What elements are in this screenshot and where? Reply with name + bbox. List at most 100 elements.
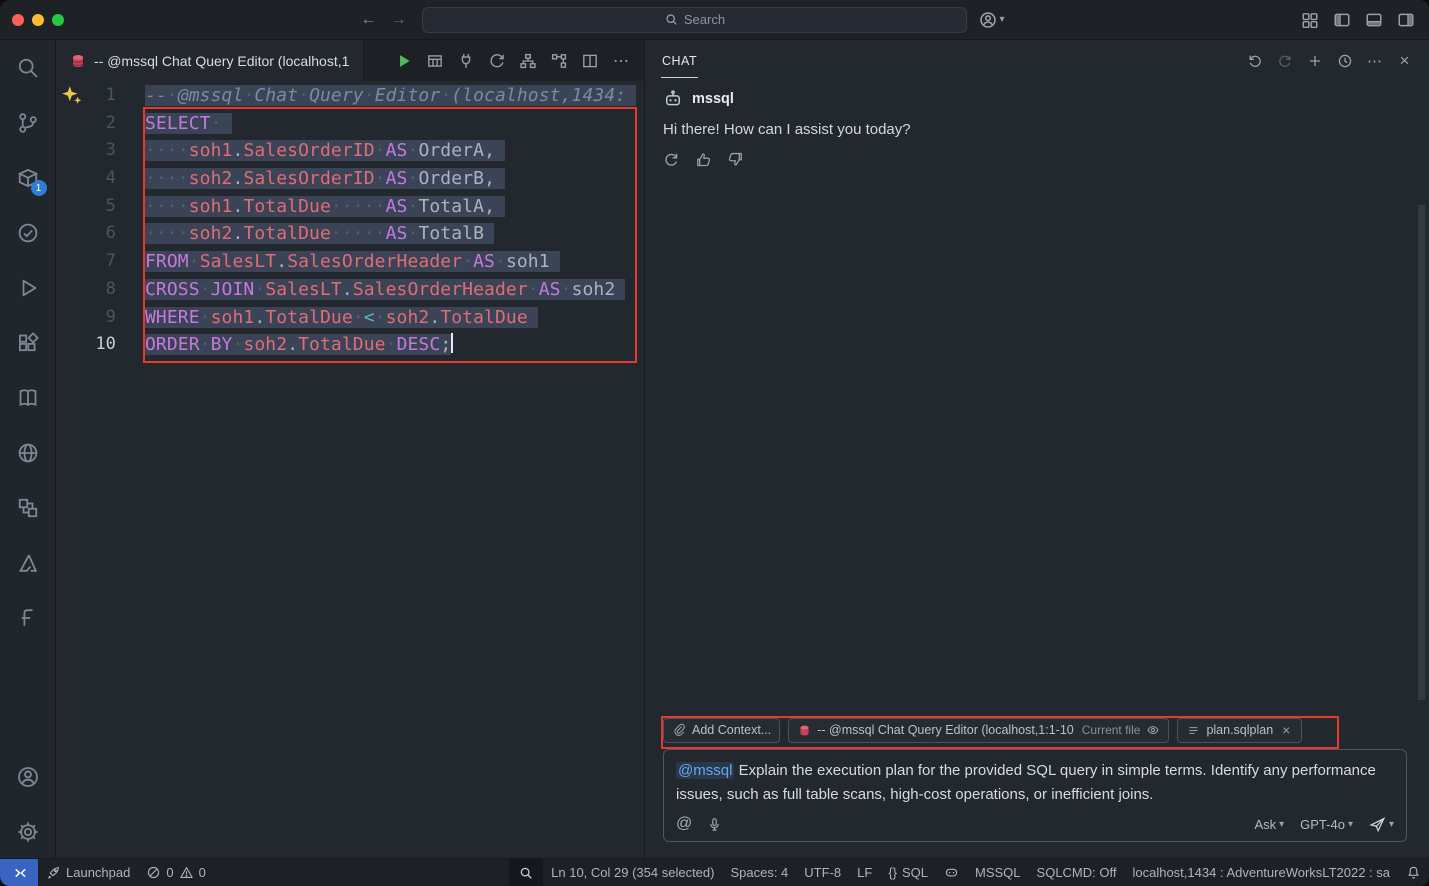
code-text[interactable]: SELECT· [116,110,232,138]
new-chat-icon[interactable] [1306,52,1323,69]
zoom-window-button[interactable] [52,14,64,26]
navigate-forward-icon[interactable]: → [390,11,406,29]
code-text[interactable]: ····soh1.TotalDue·····AS·TotalA, [116,193,505,221]
github-icon[interactable] [16,441,40,465]
run-debug-icon[interactable] [16,276,40,300]
chat-mode-dropdown[interactable]: Ask ▾ [1254,817,1284,832]
remote-indicator[interactable] [0,859,38,886]
results-grid-icon[interactable] [426,52,444,70]
code-line[interactable]: 3····soh1.SalesOrderID·AS·OrderA, [56,137,644,165]
undo-edit-icon[interactable] [1246,52,1263,69]
query-plan-icon[interactable] [550,52,568,70]
run-query-button[interactable] [395,52,413,70]
connection-status-item[interactable]: localhost,1434 : AdventureWorksLT2022 : … [1124,859,1398,886]
object-explorer-icon[interactable]: 1 [16,166,40,190]
code-line[interactable]: 7FROM·SalesLT.SalesOrderHeader·AS·soh1 [56,248,644,276]
code-line[interactable]: 2SELECT· [56,110,644,138]
problems-status-item[interactable]: 0 0 [138,859,213,886]
attached-file-chip[interactable]: -- @mssql Chat Query Editor (localhost,1… [788,718,1169,743]
code-line[interactable]: 10ORDER·BY·soh2.TotalDue·DESC; [56,331,644,359]
notifications-item[interactable] [1398,859,1429,886]
code-line[interactable]: 6····soh2.TotalDue·····AS·TotalB [56,220,644,248]
line-number[interactable]: 4 [56,165,116,193]
notebooks-icon[interactable] [16,386,40,410]
more-actions-icon[interactable]: ⋯ [1366,52,1383,69]
copilot-sparkle-icon[interactable] [61,84,83,106]
code-text[interactable]: --·@mssql·Chat·Query·Editor·(localhost,1… [116,82,636,110]
code-text[interactable]: ····soh1.SalesOrderID·AS·OrderA, [116,137,505,165]
close-panel-icon[interactable]: × [1396,52,1413,69]
code-text[interactable]: ORDER·BY·soh2.TotalDue·DESC; [116,331,453,359]
code-editor[interactable]: 1--·@mssql·Chat·Query·Editor·(localhost,… [56,81,644,858]
copilot-status-item[interactable] [936,859,967,886]
code-line[interactable]: 8CROSS·JOIN·SalesLT.SalesOrderHeader·AS·… [56,276,644,304]
settings-gear-icon[interactable] [16,820,40,844]
thumbs-up-icon[interactable] [695,151,712,168]
close-window-button[interactable] [12,14,24,26]
line-number[interactable]: 5 [56,193,116,221]
line-number[interactable]: 7 [56,248,116,276]
regenerate-icon[interactable] [663,151,680,168]
source-control-icon[interactable] [16,111,40,135]
toggle-primary-sidebar-icon[interactable] [1333,11,1351,29]
chat-input-text[interactable]: @mssql Explain the execution plan for th… [676,759,1394,806]
code-text[interactable]: WHERE·soh1.TotalDue·<·soh2.TotalDue [116,304,538,332]
toggle-panel-icon[interactable] [1365,11,1383,29]
eye-icon[interactable] [1146,723,1160,737]
launchpad-status-item[interactable]: Launchpad [38,859,138,886]
tab-mssql-chat-query-editor[interactable]: -- @mssql Chat Query Editor (localhost,1 [56,40,364,81]
customize-layout-icon[interactable] [1301,11,1319,29]
code-line[interactable]: 1--·@mssql·Chat·Query·Editor·(localhost,… [56,82,644,110]
search-icon[interactable] [16,56,40,80]
command-center-search[interactable]: Search [422,7,967,33]
mssql-status-item[interactable]: MSSQL [967,859,1029,886]
remove-attachment-icon[interactable]: × [1279,723,1293,737]
mention-button[interactable]: @ [676,815,692,833]
code-line[interactable]: 4····soh2.SalesOrderID·AS·OrderB, [56,165,644,193]
accounts-icon[interactable] [16,765,40,789]
chat-history-icon[interactable] [1336,52,1353,69]
testing-icon[interactable] [16,221,40,245]
model-picker-dropdown[interactable]: GPT-4o ▾ [1300,817,1353,832]
line-number[interactable]: 6 [56,220,116,248]
code-text[interactable]: CROSS·JOIN·SalesLT.SalesOrderHeader·AS·s… [116,276,625,304]
add-context-button[interactable]: Add Context... [663,718,780,743]
code-line[interactable]: 9WHERE·soh1.TotalDue·<·soh2.TotalDue [56,304,644,332]
estimated-plan-icon[interactable] [488,52,506,70]
thumbs-down-icon[interactable] [727,151,744,168]
more-actions-icon[interactable]: ⋯ [612,52,630,70]
line-number[interactable]: 3 [56,137,116,165]
redo-edit-icon[interactable] [1276,52,1293,69]
toggle-secondary-sidebar-icon[interactable] [1397,11,1415,29]
code-text[interactable]: ····soh2.SalesOrderID·AS·OrderB, [116,165,505,193]
cursor-position-item[interactable]: Ln 10, Col 29 (354 selected) [543,859,722,886]
encoding-item[interactable]: UTF-8 [796,859,849,886]
azure-icon[interactable] [16,551,40,575]
split-editor-icon[interactable] [581,52,599,70]
line-number[interactable]: 8 [56,276,116,304]
zoom-status-item[interactable] [509,859,543,886]
line-number[interactable]: 10 [56,331,116,359]
functions-icon[interactable] [16,606,40,630]
microphone-icon[interactable] [707,817,722,832]
code-line[interactable]: 5····soh1.TotalDue·····AS·TotalA, [56,193,644,221]
account-menu[interactable]: ▾ [979,11,1004,29]
chat-input-box[interactable]: @mssql Explain the execution plan for th… [663,749,1407,842]
line-number[interactable]: 9 [56,304,116,332]
change-connection-icon[interactable] [457,52,475,70]
code-text[interactable]: ····soh2.TotalDue·····AS·TotalB [116,220,494,248]
navigate-back-icon[interactable]: ← [360,11,376,29]
extensions-icon[interactable] [16,331,40,355]
tab-chat[interactable]: CHAT [661,43,698,78]
chat-scrollbar[interactable] [1418,205,1425,700]
eol-item[interactable]: LF [849,859,880,886]
mssql-mention-chip[interactable]: @mssql [676,762,734,779]
attached-plan-chip[interactable]: plan.sqlplan × [1177,718,1302,743]
minimize-window-button[interactable] [32,14,44,26]
indentation-item[interactable]: Spaces: 4 [722,859,796,886]
send-button[interactable]: ▾ [1369,816,1394,833]
remote-explorer-icon[interactable] [16,496,40,520]
sqlcmd-status-item[interactable]: SQLCMD: Off [1029,859,1125,886]
parse-schema-icon[interactable] [519,52,537,70]
language-mode-item[interactable]: {} SQL [880,859,936,886]
